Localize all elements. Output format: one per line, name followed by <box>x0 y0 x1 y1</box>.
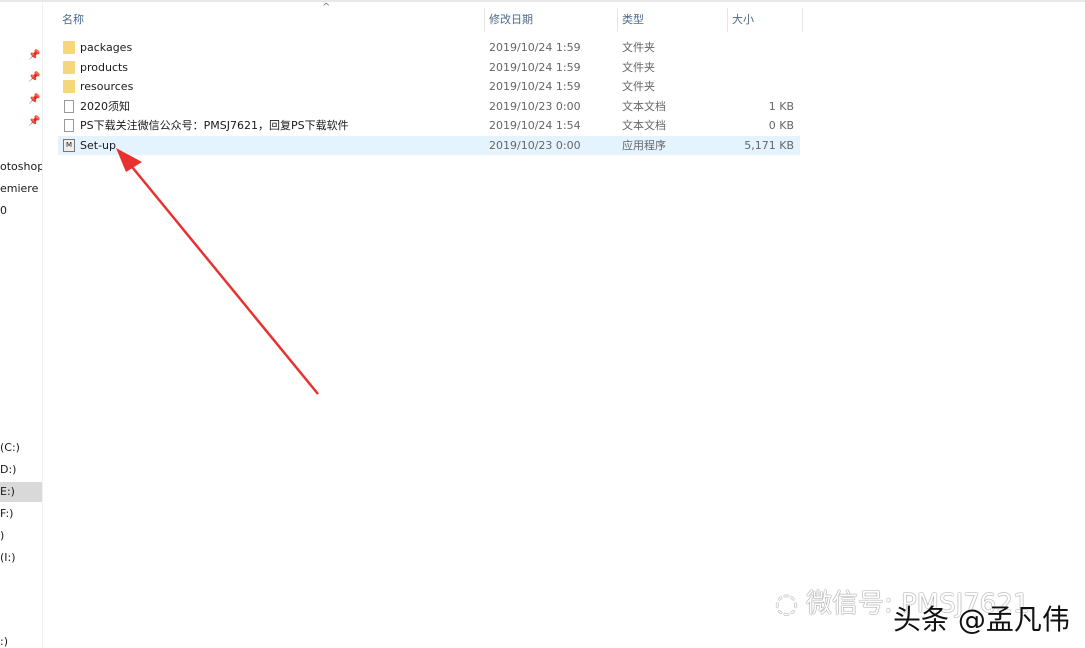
arrow-head <box>116 148 142 172</box>
arrow-shaft <box>127 161 319 395</box>
toutiao-watermark: 头条 @孟凡伟 <box>893 603 1070 636</box>
wechat-icon: ◌ <box>775 589 806 619</box>
red-arrow-annotation <box>116 148 319 395</box>
